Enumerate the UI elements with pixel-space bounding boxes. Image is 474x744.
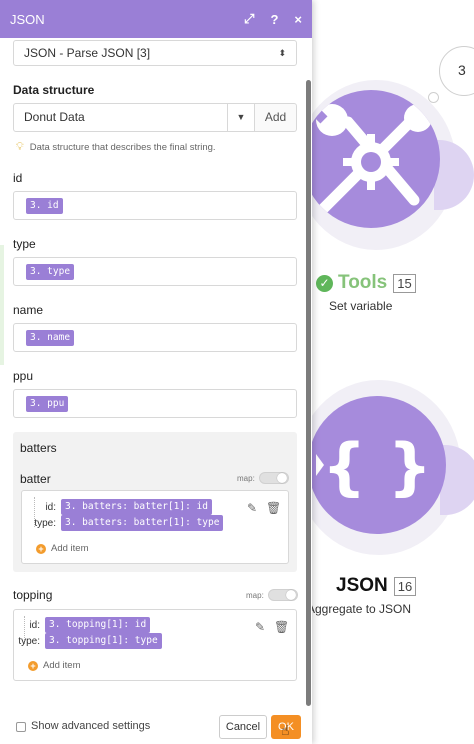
trash-icon[interactable]: 🗑︎ <box>266 501 281 515</box>
add-topping-item-button[interactable]: + Add item <box>28 660 81 671</box>
id-input[interactable]: 3. id <box>13 191 297 220</box>
edit-icon[interactable]: ✎ <box>255 620 265 634</box>
canvas-edge-strip <box>0 245 4 365</box>
mapped-value-pill[interactable]: 3. ppu <box>26 395 69 412</box>
map-label: map: <box>237 473 255 483</box>
tools-subtitle: Set variable <box>329 299 393 313</box>
source-module-select[interactable]: JSON - Parse JSON [3] ⬍ <box>13 40 297 66</box>
svg-text:{ }: { } <box>322 430 432 503</box>
plus-icon: + <box>36 543 46 554</box>
source-module-value: JSON - Parse JSON [3] <box>24 46 151 60</box>
data-structure-select[interactable]: Donut Data <box>13 103 228 132</box>
tools-icon <box>310 104 432 214</box>
json-module-number: 16 <box>393 576 417 596</box>
json-node[interactable]: { } <box>308 396 446 534</box>
tools-module-number: 15 <box>393 273 416 293</box>
batters-label: batters <box>20 441 57 455</box>
mapped-value-pill[interactable]: 3. batters: batter[1]: id <box>61 499 212 515</box>
cancel-button[interactable]: Cancel <box>219 715 267 739</box>
topping-item: id: 3. topping[1]: id type: 3. topping[1… <box>13 609 297 681</box>
field-label-ppu: ppu <box>13 369 34 383</box>
module-settings-panel: JSON ⤢ ? × JSON - Parse JSON [3] ⬍ Data … <box>0 0 312 744</box>
map-label: map: <box>246 590 264 600</box>
edit-icon[interactable]: ✎ <box>247 501 257 515</box>
close-icon[interactable]: × <box>294 12 302 27</box>
mapped-value-pill[interactable]: 3. topping[1]: type <box>45 633 162 649</box>
field-label-type: type <box>13 237 36 251</box>
advanced-settings-checkbox[interactable] <box>16 722 26 732</box>
panel-title: JSON <box>10 11 45 27</box>
topping-id-row: id: 3. topping[1]: id <box>6 617 151 633</box>
bubble-count: 3 <box>458 62 466 78</box>
name-input[interactable]: 3. name <box>13 323 297 352</box>
json-subtitle: Aggregate to JSON <box>307 602 412 616</box>
topping-map-toggle-wrap: map: <box>246 589 298 601</box>
field-label-id: id <box>13 171 23 185</box>
success-check-icon: ✓ <box>316 274 333 292</box>
json-node-title: JSON 16 <box>336 575 417 597</box>
map-toggle[interactable] <box>258 472 289 484</box>
add-batter-item-button[interactable]: + Add item <box>36 543 89 554</box>
add-item-label: Add item <box>51 543 89 554</box>
key-label: type: <box>34 517 56 529</box>
hand-cursor-icon: ☝︎ <box>281 722 290 738</box>
topping-type-row: type: 3. topping[1]: type <box>6 633 162 649</box>
key-label: id: <box>45 501 56 513</box>
json-title: JSON <box>336 575 388 596</box>
json-braces-icon: { } <box>316 430 432 503</box>
mapped-value-pill[interactable]: 3. name <box>26 329 75 346</box>
help-icon[interactable]: ? <box>270 12 278 27</box>
add-item-label: Add item <box>43 660 81 671</box>
batters-collection: batters batter map: id: 3. batters: batt… <box>13 432 297 572</box>
topping-label: topping <box>13 588 53 602</box>
ppu-input[interactable]: 3. ppu <box>13 389 297 418</box>
panel-header: JSON ⤢ ? × <box>0 0 312 38</box>
mapped-value-pill[interactable]: 3. type <box>26 263 75 280</box>
key-label: id: <box>29 619 40 631</box>
batter-item: id: 3. batters: batter[1]: id type: 3. b… <box>21 490 289 564</box>
map-toggle[interactable] <box>267 589 298 601</box>
batter-map-toggle-wrap: map: <box>237 472 289 484</box>
data-structure-row: Donut Data ▼ Add <box>13 103 297 132</box>
lightbulb-icon: 💡︎ <box>16 141 24 153</box>
expand-icon[interactable]: ⤢ <box>244 11 254 27</box>
field-label-name: name <box>13 303 44 317</box>
tools-title: Tools <box>338 272 388 293</box>
data-structure-label: Data structure <box>13 83 95 97</box>
batter-type-row: type: 3. batters: batter[1]: type <box>22 515 224 531</box>
mapped-value-pill[interactable]: 3. id <box>26 197 63 214</box>
tools-node[interactable] <box>302 90 440 228</box>
batter-label: batter <box>20 472 51 486</box>
mapped-value-pill[interactable]: 3. batters: batter[1]: type <box>61 515 224 531</box>
key-label: type: <box>18 635 40 647</box>
advanced-settings-label[interactable]: Show advanced settings <box>31 720 150 732</box>
tools-node-title: ✓ Tools 15 <box>316 272 416 294</box>
type-input[interactable]: 3. type <box>13 257 297 286</box>
batter-id-row: id: 3. batters: batter[1]: id <box>22 499 212 515</box>
updown-caret-icon: ⬍ <box>278 47 286 58</box>
panel-footer: Show advanced settings Cancel OK <box>0 712 312 744</box>
trash-icon[interactable]: 🗑︎ <box>274 620 289 634</box>
panel-scrollbar[interactable] <box>306 80 311 706</box>
data-structure-hint: 💡︎ Data structure that describes the fin… <box>16 141 216 154</box>
add-data-structure-button[interactable]: Add <box>255 103 297 132</box>
plus-icon: + <box>28 660 38 671</box>
thought-bubble[interactable]: 3 <box>439 46 474 96</box>
hint-text: Data structure that describes the final … <box>29 142 216 153</box>
tools-node-connector <box>434 140 474 210</box>
dropdown-caret-icon[interactable]: ▼ <box>228 103 255 132</box>
mapped-value-pill[interactable]: 3. topping[1]: id <box>45 617 151 633</box>
